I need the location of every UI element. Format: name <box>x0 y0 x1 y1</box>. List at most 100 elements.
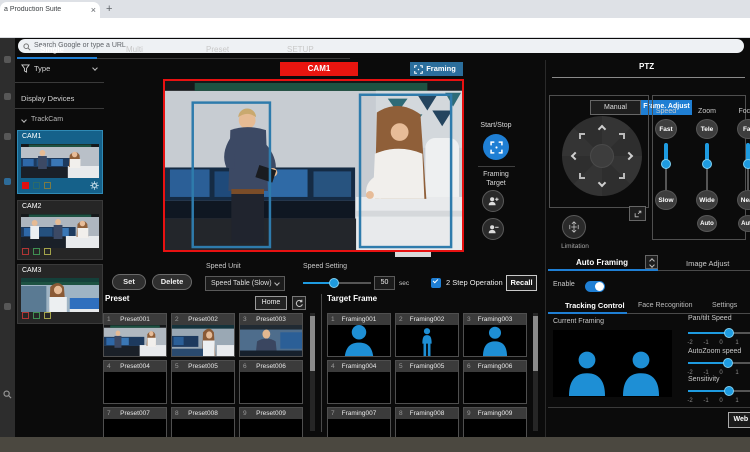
home-button[interactable]: Home <box>255 296 287 310</box>
dpad-center-button[interactable] <box>590 144 614 168</box>
tab-settings[interactable]: Settings <box>712 302 737 309</box>
camera-name: CAM3 <box>22 267 41 274</box>
framing-number: 3 <box>467 316 471 323</box>
preset-tile[interactable]: 6Preset006 <box>239 360 303 404</box>
rail-icon[interactable] <box>4 303 11 310</box>
tab-setup[interactable]: SETUP <box>287 45 314 54</box>
chevron-down-icon[interactable] <box>92 65 98 71</box>
framing-target-remove-button[interactable] <box>482 218 504 240</box>
auto-framing-title[interactable]: Auto Framing <box>576 258 628 267</box>
arrow-up-left-icon[interactable] <box>579 133 585 139</box>
framing-target-add-button[interactable] <box>482 190 504 212</box>
enable-toggle[interactable] <box>585 281 605 292</box>
ptz-dpad[interactable] <box>562 116 642 196</box>
zoom-wide-button[interactable]: Wide <box>696 190 718 210</box>
rail-icon[interactable] <box>4 133 11 140</box>
target-frame-tile[interactable]: 3Framing003 <box>463 313 527 357</box>
speed-unit-select[interactable]: Speed Table (Slow) <box>205 276 285 291</box>
tick-label: 1 <box>732 340 742 346</box>
gear-icon[interactable] <box>90 181 99 190</box>
magnifier-icon[interactable] <box>3 390 12 399</box>
arrow-left-icon[interactable] <box>571 152 579 160</box>
camera-card-cam1[interactable]: CAM1 <box>17 130 103 194</box>
browser-tab[interactable]: a Production Suite × <box>0 2 100 18</box>
camera-card-cam3[interactable]: CAM3 <box>17 264 103 324</box>
speed-unit-label: Speed Unit <box>206 263 241 270</box>
rail-icon[interactable] <box>4 56 11 63</box>
rail-icon-active[interactable] <box>4 178 11 185</box>
tab-tracking-control[interactable]: Tracking Control <box>565 301 625 310</box>
preset-scrollbar[interactable] <box>310 313 315 431</box>
collapse-button[interactable] <box>645 255 658 269</box>
trackcam-group-label[interactable]: TrackCam <box>31 116 63 123</box>
framing-name: Framing001 <box>328 314 390 325</box>
scrollbar-thumb[interactable] <box>533 316 538 371</box>
framing-number: 2 <box>399 316 403 323</box>
target-frame-tile[interactable]: 5Framing005 <box>395 360 459 404</box>
new-tab-button[interactable]: + <box>106 3 112 15</box>
preset-tile[interactable]: 3Preset003 <box>239 313 303 357</box>
tab-single[interactable]: Single <box>40 45 64 54</box>
speed-setting-label: Speed Setting <box>303 263 347 270</box>
two-step-checkbox[interactable] <box>431 278 441 288</box>
sensitivity-slider[interactable] <box>688 386 750 396</box>
scrollbar-thumb[interactable] <box>310 316 315 371</box>
target-frame-tile[interactable]: 2Framing002 <box>395 313 459 357</box>
arrow-down-left-icon[interactable] <box>579 173 585 179</box>
start-stop-button[interactable] <box>483 134 509 160</box>
zoom-tele-button[interactable]: Tele <box>696 119 718 139</box>
sensitivity-label: Sensitivity <box>688 376 720 383</box>
speed-slow-button[interactable]: Slow <box>655 190 677 210</box>
web-gui-button[interactable]: Web GUI <box>728 412 750 428</box>
tab-close-icon[interactable]: × <box>91 5 96 15</box>
type-filter-label[interactable]: Type <box>34 64 50 73</box>
preset-tile[interactable]: 4Preset004 <box>103 360 167 404</box>
set-button[interactable]: Set <box>112 274 146 290</box>
focus-slider[interactable] <box>743 143 750 190</box>
preset-tile[interactable]: 5Preset005 <box>171 360 235 404</box>
refresh-button[interactable] <box>292 296 306 310</box>
framing-mode-button[interactable]: Framing <box>410 62 463 76</box>
preset-tile[interactable]: 1Preset001 <box>103 313 167 357</box>
zoom-slider[interactable] <box>702 143 712 190</box>
framing-name: Framing007 <box>328 408 390 419</box>
arrow-down-right-icon[interactable] <box>619 173 625 179</box>
target-frame-tile[interactable]: 4Framing004 <box>327 360 391 404</box>
two-step-label[interactable]: 2 Step Operation <box>446 278 503 287</box>
tab-multi[interactable]: Multi <box>126 45 143 54</box>
framing-name: Framing002 <box>396 314 458 325</box>
limitation-button[interactable] <box>562 215 586 239</box>
pan-tilt-speed-slider[interactable] <box>688 328 750 338</box>
rail-icon[interactable] <box>4 93 11 100</box>
speed-value-input[interactable]: 50 <box>374 276 395 290</box>
preset-tile[interactable]: 2Preset002 <box>171 313 235 357</box>
speed-fast-button[interactable]: Fast <box>655 119 677 139</box>
autozoom-speed-slider[interactable] <box>688 358 750 368</box>
recall-button[interactable]: Recall <box>506 275 537 291</box>
tab-underline <box>97 58 350 59</box>
camera-card-cam2[interactable]: CAM2 <box>17 200 103 260</box>
arrow-down-icon[interactable] <box>598 179 606 187</box>
tab-image-adjust[interactable]: Image Adjust <box>686 259 729 268</box>
ptz-panel-title: PTZ <box>639 62 654 71</box>
video-monitor[interactable] <box>163 79 464 252</box>
zoom-auto-button[interactable]: Auto <box>697 215 717 232</box>
target-frame-tile[interactable]: 1Framing001 <box>327 313 391 357</box>
target-scrollbar[interactable] <box>533 313 538 431</box>
framing-target-label-1: Framing <box>466 171 526 178</box>
chevron-down-icon[interactable] <box>21 117 27 123</box>
tab-preset[interactable]: Preset <box>206 45 229 54</box>
popout-button[interactable] <box>629 206 646 221</box>
arrow-right-icon[interactable] <box>625 152 633 160</box>
tab-face-recognition[interactable]: Face Recognition <box>638 302 692 309</box>
speed-setting-slider[interactable] <box>303 278 371 288</box>
divider <box>15 82 104 83</box>
arrow-up-icon[interactable] <box>598 125 606 133</box>
delete-button[interactable]: Delete <box>152 274 192 290</box>
target-frame-tile[interactable]: 6Framing006 <box>463 360 527 404</box>
framing-number: 7 <box>331 410 335 417</box>
arrow-up-right-icon[interactable] <box>619 133 625 139</box>
camera-thumbnail <box>21 144 99 178</box>
section-underline <box>658 270 750 271</box>
speed-slider[interactable] <box>661 143 671 190</box>
